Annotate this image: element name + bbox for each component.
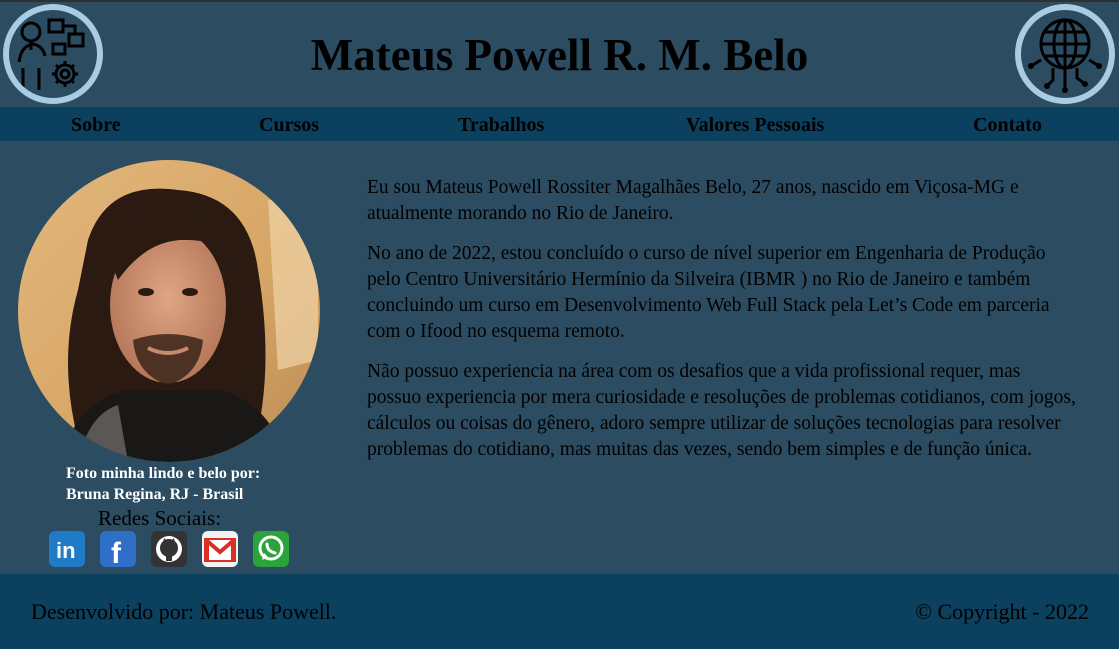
nav-item-valores-pessoais[interactable]: Valores Pessoais <box>686 113 824 137</box>
facebook-icon[interactable]: f <box>100 531 136 570</box>
social-title: Redes Sociais: <box>98 506 222 530</box>
github-icon[interactable] <box>151 531 187 567</box>
linkedin-icon[interactable]: in <box>49 531 85 567</box>
about-paragraph: Eu sou Mateus Powell Rossiter Magalhães … <box>367 177 1019 224</box>
gmail-icon[interactable] <box>202 531 238 567</box>
photo-caption: Foto minha lindo e belo por: Bruna Regin… <box>66 463 260 505</box>
about-section: Eu sou Mateus Powell Rossiter Magalhães … <box>367 175 1079 477</box>
photo-caption-line1: Foto minha lindo e belo por: <box>66 465 261 482</box>
svg-text:in: in <box>56 538 76 563</box>
svg-text:f: f <box>111 537 122 567</box>
page-title: Mateus Powell R. M. Belo <box>310 30 809 80</box>
main-nav: Sobre Cursos Trabalhos Valores Pessoais … <box>0 107 1119 141</box>
footer-developer-credit: Desenvolvido por: Mateus Powell. <box>31 599 337 624</box>
nav-item-contato[interactable]: Contato <box>973 113 1042 137</box>
site-header: Mateus Powell R. M. Belo <box>0 2 1119 107</box>
nav-item-cursos[interactable]: Cursos <box>259 113 319 137</box>
nav-item-trabalhos[interactable]: Trabalhos <box>458 113 544 137</box>
globe-circuit-logo <box>1015 4 1115 104</box>
globe-circuit-icon <box>1028 18 1102 93</box>
nav-item-sobre[interactable]: Sobre <box>71 113 121 137</box>
footer-copyright: © Copyright - 2022 <box>915 599 1089 624</box>
photo-caption-line2: Bruna Regina, RJ - Brasil <box>66 486 244 503</box>
site-footer: Desenvolvido por: Mateus Powell. © Copyr… <box>0 574 1119 649</box>
about-paragraph: No ano de 2022, estou concluído o curso … <box>367 243 1050 342</box>
about-paragraph: Não possuo experiencia na área com os de… <box>367 361 1076 460</box>
profile-photo <box>18 160 320 462</box>
whatsapp-icon[interactable] <box>253 531 289 567</box>
